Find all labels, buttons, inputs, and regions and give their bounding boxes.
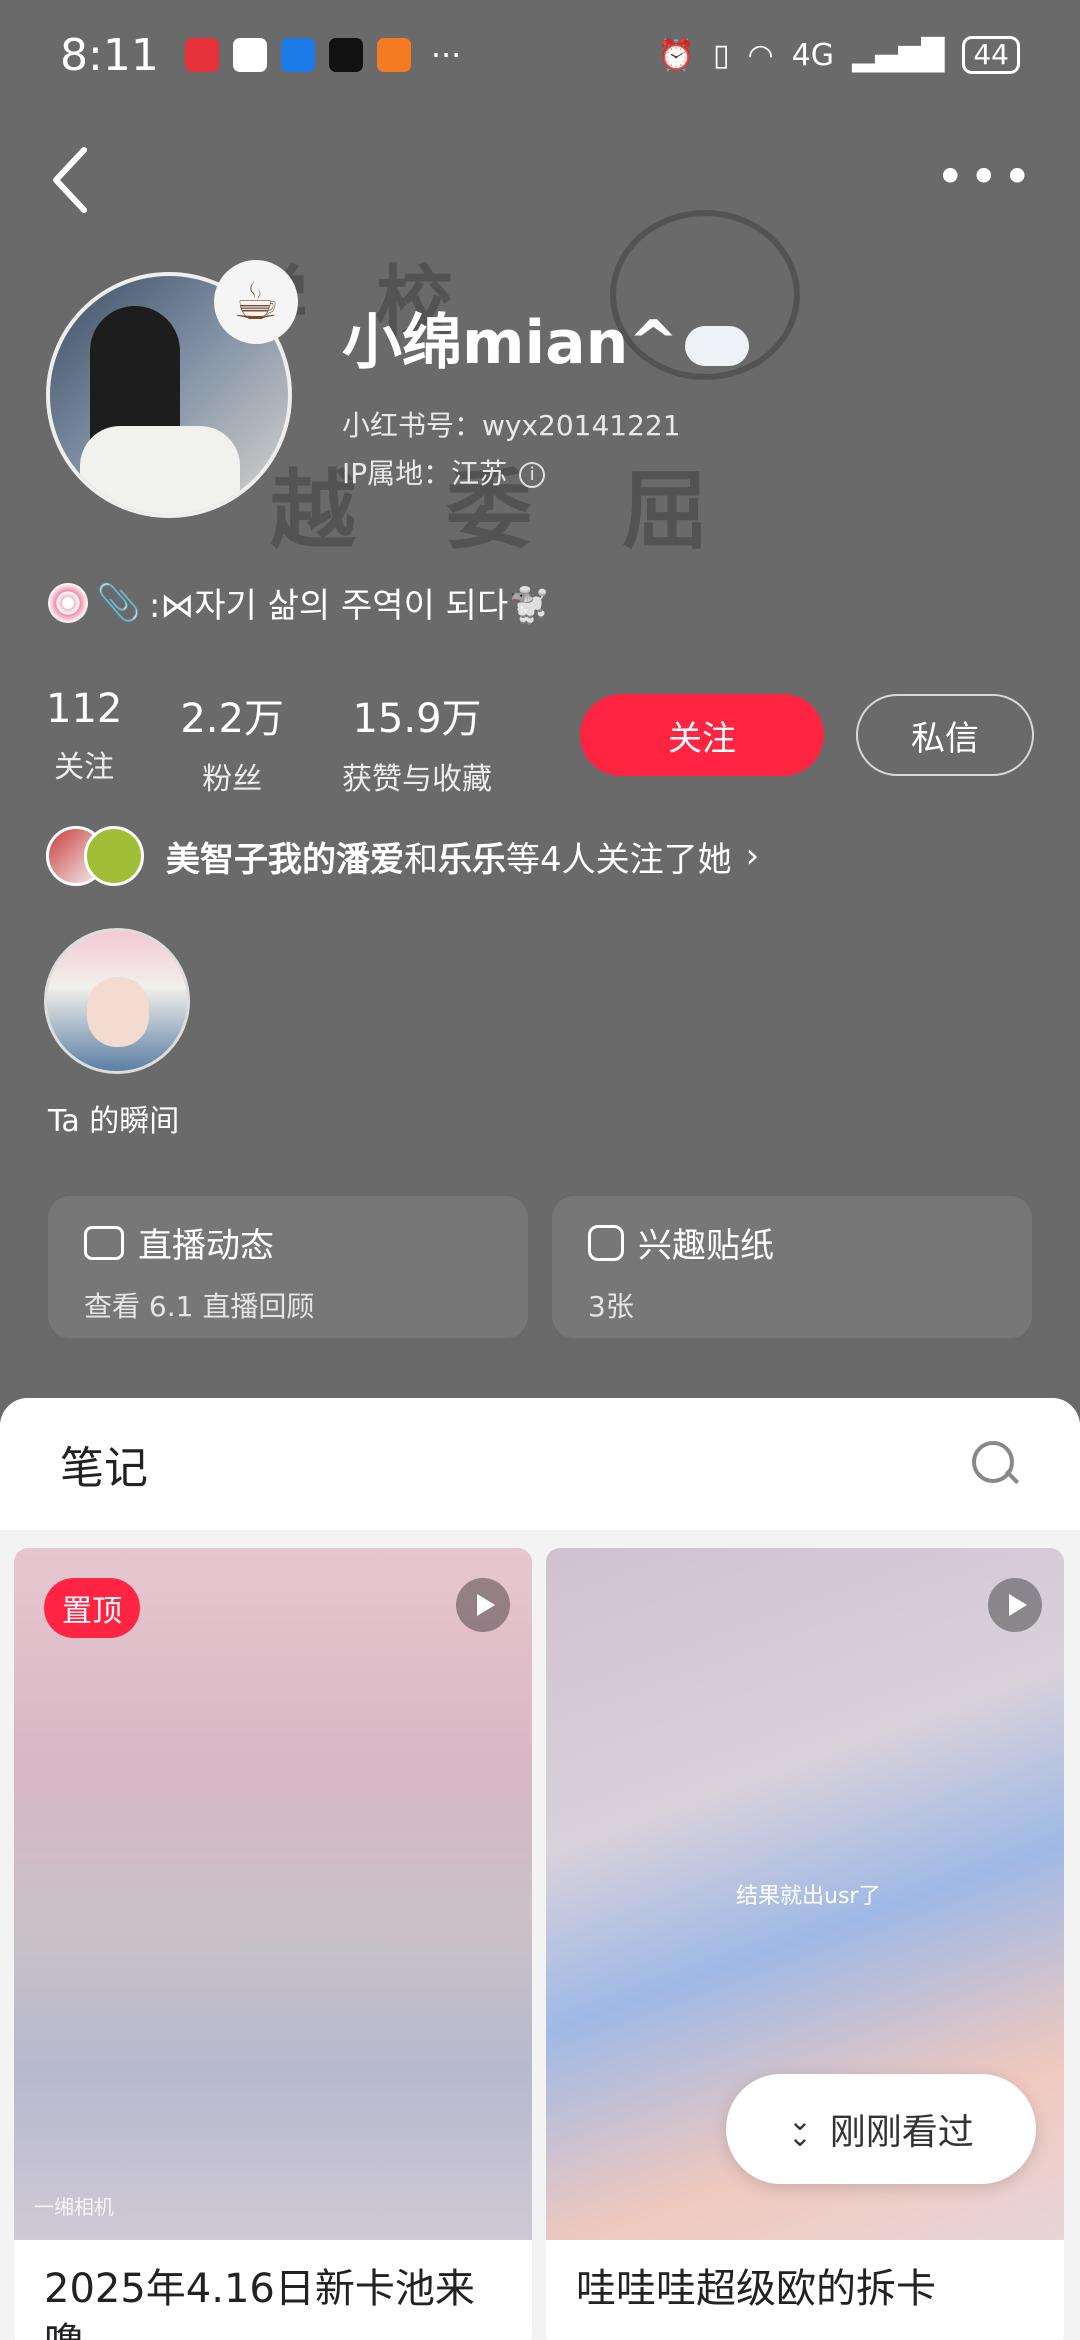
nickname-text: 小绵mian^: [342, 308, 679, 378]
recently-viewed-label: 刚刚看过: [829, 2112, 974, 2153]
notification-icons: ···: [184, 36, 462, 74]
stat-likes-collects[interactable]: 15.9万 获赞与收藏: [342, 686, 492, 798]
notes-panel: 笔记 置顶 一缃相机 2025年4.16日新卡池来噜 结果就出usr了 哇哇哇超…: [0, 1398, 1080, 2340]
star-app-notification-icon: [328, 38, 363, 72]
stat-label: 粉丝: [202, 762, 263, 797]
card-title: 直播动态: [84, 1218, 492, 1267]
note-title: 2025年4.16日新卡池来噜: [44, 2266, 475, 2340]
moment-photo-face: [87, 977, 149, 1047]
alarm-icon: ⏰: [657, 37, 696, 73]
image-watermark: 一缃相机: [34, 2195, 114, 2219]
search-icon[interactable]: [970, 1439, 1020, 1489]
ip-location: IP属地：江苏 i: [342, 452, 546, 492]
moment-avatar[interactable]: [44, 928, 190, 1074]
live-video-icon: [84, 1225, 124, 1260]
cloud-icon: [684, 326, 749, 367]
image-caption: 结果就出usr了: [736, 1884, 881, 1909]
note-cover-image: 置顶 一缃相机: [14, 1548, 532, 2240]
bio-text: :⋈자기 삶의 주역이 되다🐩: [148, 586, 551, 626]
ip-location-text: IP属地：江苏: [342, 457, 508, 490]
profile-nickname: 小绵mian^: [342, 294, 749, 381]
back-icon[interactable]: [44, 140, 100, 220]
status-bar: 8:11 ··· ⏰ ▯ ◠ 4G ▂▄▆█ 44: [0, 0, 1080, 110]
note-card[interactable]: 置顶 一缃相机 2025年4.16日新卡池来噜: [14, 1548, 532, 2340]
notes-tab[interactable]: 笔记: [60, 1432, 148, 1496]
signal-icon: ▂▄▆█: [852, 37, 945, 73]
coffee-cup-icon: ☕: [214, 260, 298, 344]
avatar-photo-shirt: [80, 426, 240, 514]
card-title-text: 兴趣贴纸: [638, 1226, 774, 1266]
stat-followers[interactable]: 2.2万 粉丝: [180, 686, 284, 798]
card-subtitle: 查看 6.1 直播回顾: [84, 1290, 315, 1323]
moment-label: Ta 的瞬间: [48, 1104, 180, 1139]
video-play-icon: [988, 1578, 1042, 1632]
stat-value: 15.9万: [352, 696, 482, 742]
battery-indicator: 44: [962, 36, 1020, 74]
mutual-follows[interactable]: 美智子我的潘爱和乐乐 等4人关注了她 ›: [46, 826, 759, 886]
paperclip-icon: 📎: [96, 582, 141, 624]
info-icon[interactable]: i: [519, 462, 546, 488]
card-title-text: 直播动态: [138, 1226, 274, 1266]
mutual-name: 美智子我的潘爱: [166, 839, 404, 880]
follow-button[interactable]: 关注: [580, 694, 824, 776]
profile-stats: 112 关注 2.2万 粉丝 15.9万 获赞与收藏: [46, 686, 492, 798]
stat-value: 2.2万: [180, 696, 284, 742]
stat-following[interactable]: 112 关注: [46, 686, 122, 798]
qq-notification-icon: [232, 38, 267, 72]
system-indicators: ⏰ ▯ ◠ 4G ▂▄▆█ 44: [658, 36, 1020, 74]
app-notification-icon: [184, 38, 219, 72]
red-id: 小红书号：wyx20141221: [342, 409, 681, 442]
card-title: 兴趣贴纸: [588, 1218, 996, 1267]
more-options-icon[interactable]: •••: [936, 148, 1036, 206]
note-title: 哇哇哇超级欧的拆卡: [576, 2266, 936, 2312]
vibrate-icon: ▯: [713, 37, 730, 73]
interest-stickers-card[interactable]: 兴趣贴纸 3张: [552, 1196, 1032, 1338]
chevron-right-icon: ›: [745, 836, 760, 876]
status-time: 8:11: [60, 29, 159, 81]
shield-notification-icon: [280, 38, 315, 72]
mutual-suffix: 等4人关注了她: [506, 839, 732, 880]
more-notifications-icon: ···: [430, 36, 462, 74]
mutual-avatar: [84, 826, 144, 886]
video-play-icon: [456, 1578, 510, 1632]
play-app-notification-icon: [376, 38, 411, 72]
stat-label: 关注: [54, 750, 115, 785]
stat-label: 获赞与收藏: [341, 762, 492, 797]
double-chevron-down-icon: ⌄ ⌄: [788, 2104, 812, 2153]
message-button[interactable]: 私信: [856, 694, 1034, 776]
notes-header: 笔记: [0, 1398, 1080, 1530]
network-type: 4G: [791, 37, 835, 73]
recently-viewed-button[interactable]: ⌄ ⌄ 刚刚看过: [726, 2074, 1036, 2184]
live-activity-card[interactable]: 直播动态 查看 6.1 直播回顾: [48, 1196, 528, 1338]
stat-value: 112: [46, 686, 123, 732]
note-card[interactable]: 结果就出usr了 哇哇哇超级欧的拆卡: [546, 1548, 1064, 2340]
lollipop-icon: [48, 582, 88, 623]
profile-bio: 📎 :⋈자기 삶의 주역이 되다🐩: [48, 578, 551, 627]
wifi-icon: ◠: [747, 37, 774, 73]
pinned-badge: 置顶: [44, 1578, 140, 1638]
sticker-icon: [588, 1224, 624, 1261]
card-subtitle: 3张: [588, 1290, 634, 1323]
mutual-name: 乐乐: [438, 839, 506, 880]
mutual-connector: 和: [404, 839, 438, 880]
